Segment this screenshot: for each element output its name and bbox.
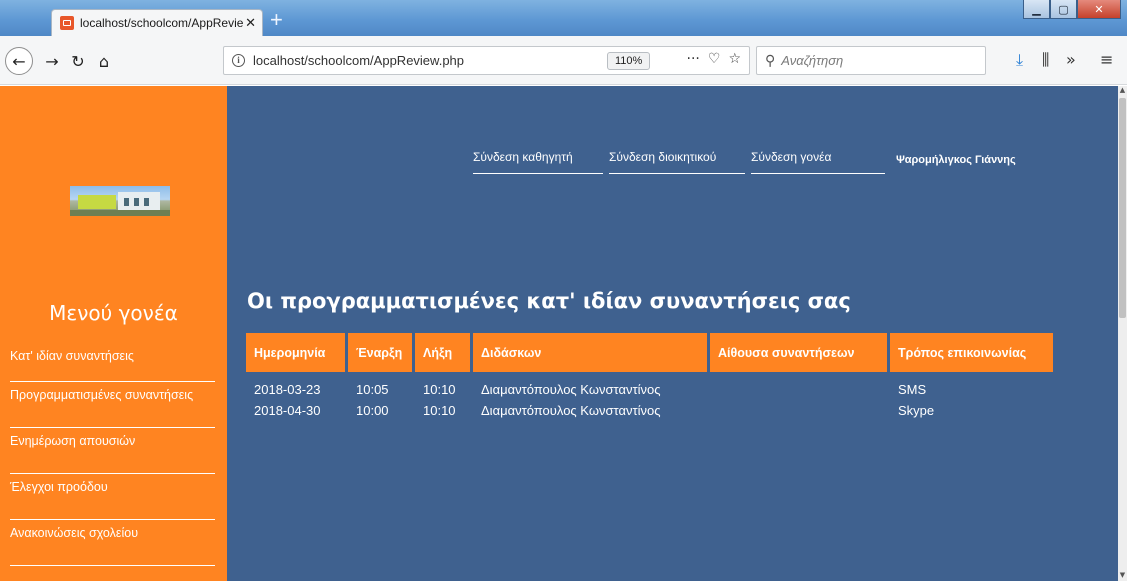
cell-end: 10:10: [423, 382, 456, 397]
search-placeholder: Αναζήτηση: [781, 53, 844, 68]
page-content: Μενού γονέα Κατ' ιδίαν συναντήσεις Προγρ…: [0, 86, 1118, 581]
column-header-start: Έναρξη: [348, 333, 412, 372]
page-title: Οι προγραμματισμένες κατ' ιδίαν συναντήσ…: [247, 289, 851, 313]
close-window-icon[interactable]: ✕: [1077, 0, 1121, 19]
nav-admin-login[interactable]: Σύνδεση διοικητικού: [609, 150, 745, 174]
cell-start: 10:05: [356, 382, 389, 397]
scroll-up-icon[interactable]: ▲: [1118, 86, 1127, 96]
search-bar[interactable]: ⚲ Αναζήτηση: [756, 46, 986, 75]
school-logo-image: [70, 186, 170, 216]
top-navigation: Σύνδεση καθηγητή Σύνδεση διοικητικού Σύν…: [473, 150, 891, 174]
scroll-down-icon[interactable]: ▼: [1118, 571, 1127, 581]
cell-teacher: Διαμαντόπουλος Κωνσταντίνος: [481, 382, 661, 397]
overflow-chevron-icon[interactable]: »: [1066, 50, 1076, 69]
cell-end: 10:10: [423, 403, 456, 418]
table-header-row: Ημερομηνία Έναρξη Λήξη Διδάσκων Αίθουσα …: [246, 333, 1053, 372]
sidebar-item-private-meetings[interactable]: Κατ' ιδίαν συναντήσεις: [10, 343, 215, 382]
cell-room: [710, 397, 887, 418]
sidebar-item-progress[interactable]: Έλεγχοι προόδου: [10, 474, 215, 520]
page-actions-icon[interactable]: ···: [687, 51, 700, 67]
cell-start: 10:00: [356, 403, 389, 418]
back-icon[interactable]: ←: [5, 47, 33, 75]
column-header-contact-method: Τρόπος επικοινωνίας: [890, 333, 1053, 372]
window-controls: ▁ ▢ ✕: [1023, 0, 1121, 19]
tab-title: localhost/schoolcom/AppReview: [80, 16, 244, 30]
meetings-table: Ημερομηνία Έναρξη Λήξη Διδάσκων Αίθουσα …: [243, 333, 1056, 418]
zoom-level-badge[interactable]: 110%: [607, 52, 651, 70]
favicon-icon: [60, 16, 74, 30]
reload-icon[interactable]: ↻: [66, 49, 90, 73]
library-icon[interactable]: ⫼: [1042, 50, 1049, 70]
menu-hamburger-icon[interactable]: ≡: [1100, 50, 1113, 69]
new-tab-icon[interactable]: +: [270, 9, 283, 31]
cell-room: [710, 372, 887, 397]
column-header-end: Λήξη: [415, 333, 470, 372]
logged-in-user-name: Ψαρομήλιγκος Γιάννης: [896, 154, 1016, 166]
address-bar[interactable]: i localhost/schoolcom/AppReview.php 110%…: [223, 46, 750, 75]
table-row: 2018-04-30 10:00 10:10 Διαμαντόπουλος Κω…: [246, 397, 1053, 418]
close-tab-icon[interactable]: ✕: [245, 16, 256, 31]
sidebar-item-scheduled-meetings[interactable]: Προγραμματισμένες συναντήσεις: [10, 382, 215, 428]
browser-navbar: ← → ↻ ⌂ i localhost/schoolcom/AppReview.…: [0, 36, 1127, 85]
download-icon[interactable]: ⤓: [1016, 50, 1023, 70]
cell-date: 2018-03-23: [254, 382, 321, 397]
column-header-room: Αίθουσα συναντήσεων: [710, 333, 887, 372]
sidebar: Μενού γονέα Κατ' ιδίαν συναντήσεις Προγρ…: [0, 86, 227, 581]
search-icon: ⚲: [765, 52, 776, 69]
url-actions: ··· ♡ ☆: [687, 51, 741, 67]
forward-icon[interactable]: →: [40, 49, 64, 73]
table-row: 2018-03-23 10:05 10:10 Διαμαντόπουλος Κω…: [246, 372, 1053, 397]
cell-contact-method: Skype: [898, 403, 935, 418]
cell-teacher: Διαμαντόπουλος Κωνσταντίνος: [481, 403, 661, 418]
nav-parent-login[interactable]: Σύνδεση γονέα: [751, 150, 885, 174]
window-titlebar: localhost/schoolcom/AppReview ✕ + ▁ ▢ ✕: [0, 0, 1127, 36]
column-header-date: Ημερομηνία: [246, 333, 345, 372]
browser-tab[interactable]: localhost/schoolcom/AppReview ✕: [51, 9, 263, 36]
maximize-icon[interactable]: ▢: [1050, 0, 1077, 19]
sidebar-item-absences[interactable]: Ενημέρωση απουσιών: [10, 428, 215, 474]
bookmark-star-icon[interactable]: ☆: [728, 51, 741, 67]
site-info-icon[interactable]: i: [232, 54, 245, 67]
sidebar-item-announcements[interactable]: Ανακοινώσεις σχολείου: [10, 520, 215, 566]
url-text: localhost/schoolcom/AppReview.php: [253, 53, 465, 68]
minimize-icon[interactable]: ▁: [1023, 0, 1050, 19]
home-icon[interactable]: ⌂: [92, 49, 116, 73]
page-scrollbar[interactable]: ▲ ▼: [1118, 86, 1127, 581]
pocket-icon[interactable]: ♡: [708, 51, 721, 67]
sidebar-menu: Κατ' ιδίαν συναντήσεις Προγραμματισμένες…: [10, 343, 215, 566]
sidebar-heading: Μενού γονέα: [49, 301, 178, 325]
column-header-teacher: Διδάσκων: [473, 333, 707, 372]
cell-date: 2018-04-30: [254, 403, 321, 418]
nav-teacher-login[interactable]: Σύνδεση καθηγητή: [473, 150, 603, 174]
cell-contact-method: SMS: [898, 382, 927, 397]
scrollbar-thumb[interactable]: [1119, 98, 1126, 318]
